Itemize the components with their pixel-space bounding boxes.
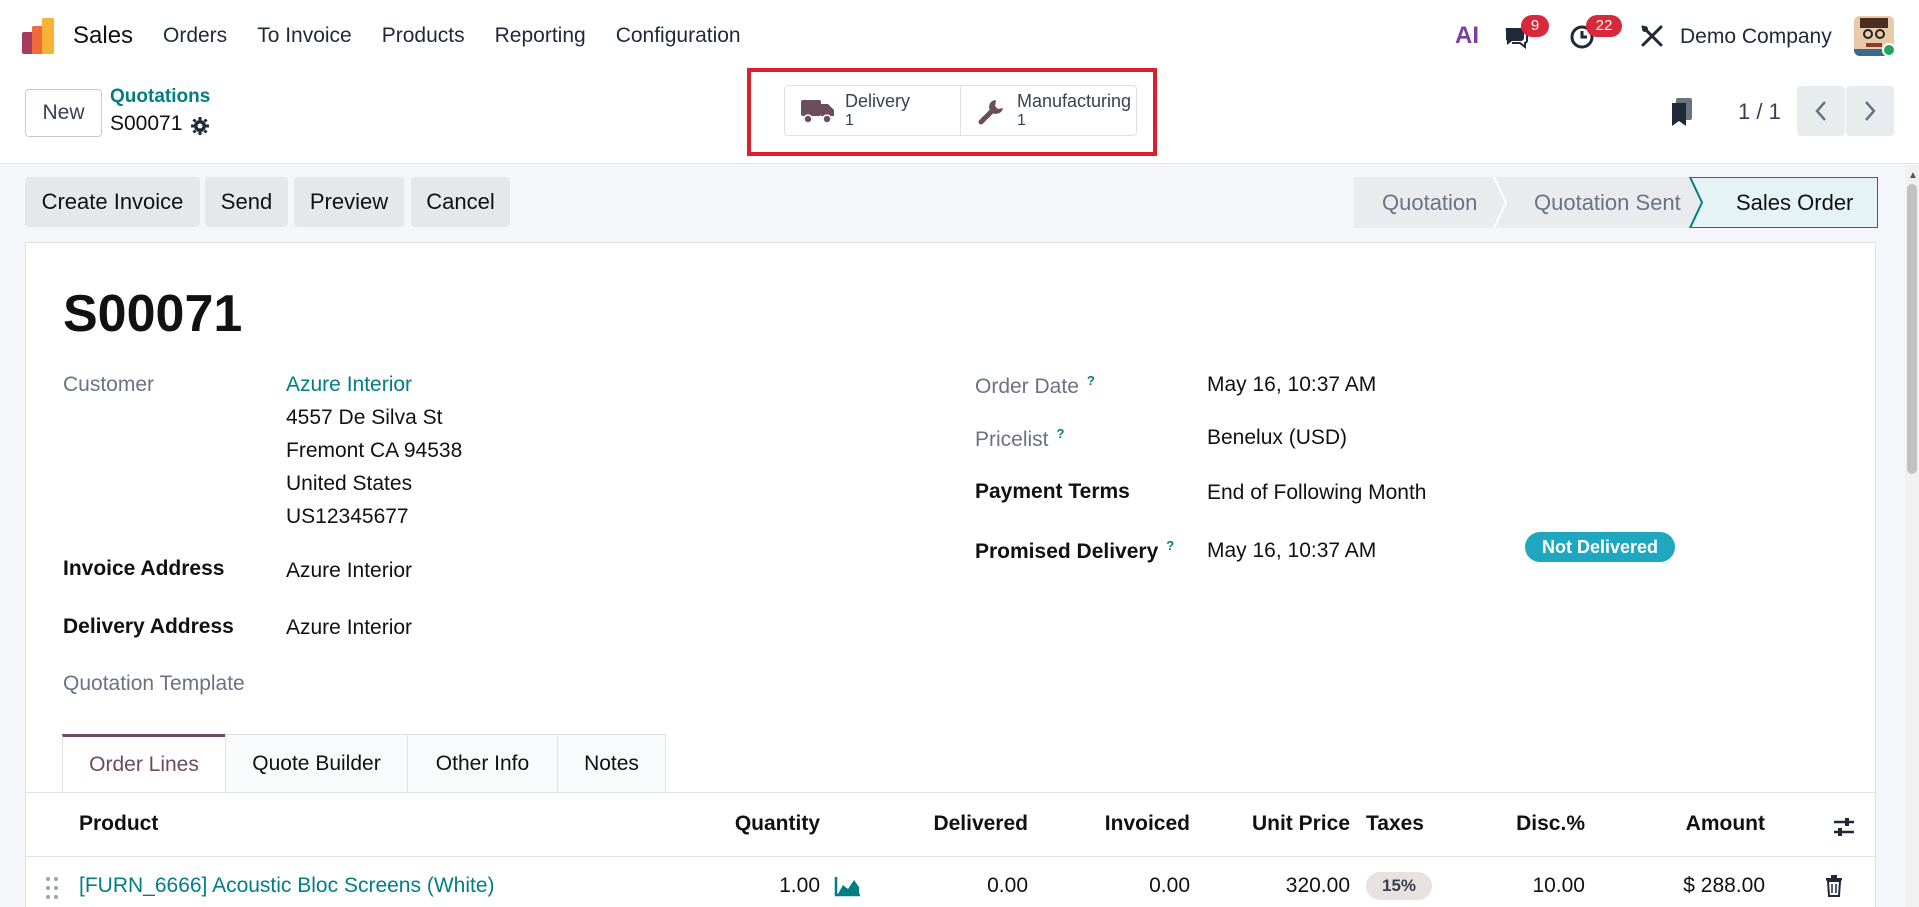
column-quantity[interactable]: Quantity	[700, 812, 820, 836]
activities-count-badge: 22	[1586, 15, 1622, 37]
customer-link[interactable]: Azure Interior	[286, 373, 412, 397]
sales-app-logo[interactable]	[22, 18, 58, 54]
customer-address-line: 4557 De Silva St	[286, 406, 443, 429]
forecast-chart-icon[interactable]	[834, 875, 862, 897]
wrench-icon	[978, 99, 1003, 124]
column-amount[interactable]: Amount	[1640, 812, 1765, 836]
smart-button-delivery[interactable]: Delivery 1	[785, 86, 960, 135]
drag-handle-icon[interactable]	[45, 876, 59, 900]
menu-orders[interactable]: Orders	[163, 24, 227, 48]
order-line-delivered[interactable]: 0.00	[900, 874, 1028, 898]
menu-configuration[interactable]: Configuration	[616, 24, 741, 48]
pager-next-button[interactable]	[1846, 86, 1894, 136]
chevron-right-icon	[1865, 101, 1876, 121]
tab-notes[interactable]: Notes	[557, 734, 666, 793]
customer-label: Customer	[63, 373, 155, 396]
truck-icon	[801, 99, 834, 124]
column-invoiced[interactable]: Invoiced	[1080, 812, 1190, 836]
column-settings-icon[interactable]	[1832, 815, 1856, 839]
payment-terms-field[interactable]: End of Following Month	[1207, 481, 1426, 505]
stage-quotation-sent[interactable]: Quotation Sent	[1534, 190, 1681, 216]
tab-other-info[interactable]: Other Info	[407, 734, 558, 793]
order-line-quantity[interactable]: 1.00	[700, 874, 820, 898]
help-icon[interactable]: ?	[1057, 426, 1065, 441]
order-line-discount[interactable]: 10.00	[1490, 874, 1585, 898]
menu-reporting[interactable]: Reporting	[495, 24, 586, 48]
smart-button-manufacturing-label: Manufacturing	[1017, 90, 1132, 111]
customer-address-line: United States	[286, 472, 413, 495]
trash-icon[interactable]	[1825, 875, 1843, 897]
help-icon[interactable]: ?	[1087, 373, 1095, 388]
column-discount[interactable]: Disc.%	[1490, 812, 1585, 836]
messages-count-badge: 9	[1521, 15, 1549, 37]
pricelist-label: Pricelist?	[975, 426, 1065, 451]
gear-icon[interactable]	[190, 116, 210, 136]
table-header-divider	[25, 856, 1876, 857]
breadcrumb-quotations[interactable]: Quotations	[110, 86, 210, 108]
column-delivered[interactable]: Delivered	[900, 812, 1028, 836]
order-date-field[interactable]: May 16, 10:37 AM	[1207, 373, 1376, 397]
main-menu: Orders To Invoice Products Reporting Con…	[163, 24, 771, 48]
new-button[interactable]: New	[25, 89, 102, 137]
cancel-button[interactable]: Cancel	[411, 177, 510, 227]
menu-products[interactable]: Products	[382, 24, 465, 48]
app-name[interactable]: Sales	[73, 22, 133, 50]
tabs-divider	[25, 792, 1876, 793]
smart-button-manufacturing-count: 1	[1017, 111, 1026, 129]
create-invoice-button[interactable]: Create Invoice	[25, 177, 200, 227]
online-status-dot	[1882, 43, 1896, 57]
payment-terms-label: Payment Terms	[975, 480, 1130, 503]
preview-button[interactable]: Preview	[294, 177, 404, 227]
column-product[interactable]: Product	[79, 812, 158, 836]
help-icon[interactable]: ?	[1166, 538, 1174, 553]
pager-previous-button[interactable]	[1797, 86, 1845, 136]
notebook-tabs: Order Lines Quote Builder Other Info Not…	[62, 734, 666, 793]
company-switcher[interactable]: Demo Company	[1680, 25, 1832, 49]
order-line-amount: $ 288.00	[1683, 874, 1765, 897]
scrollbar-thumb[interactable]	[1907, 184, 1917, 474]
delivery-status-badge: Not Delivered	[1525, 532, 1675, 562]
top-navbar: Sales Orders To Invoice Products Reporti…	[0, 0, 1919, 74]
smart-button-manufacturing[interactable]: Manufacturing 1	[960, 86, 1136, 135]
promised-delivery-field[interactable]: May 16, 10:37 AM	[1207, 539, 1376, 563]
menu-to-invoice[interactable]: To Invoice	[257, 24, 352, 48]
invoice-address-field[interactable]: Azure Interior	[286, 559, 412, 583]
customer-vat: US12345677	[286, 505, 409, 528]
promised-delivery-label: Promised Delivery?	[975, 538, 1175, 563]
invoice-address-label: Invoice Address	[63, 557, 225, 580]
bookmark-stack-icon[interactable]	[1670, 98, 1694, 126]
order-line-product[interactable]: [FURN_6666] Acoustic Bloc Screens (White…	[79, 874, 495, 898]
smart-button-delivery-label: Delivery	[845, 90, 911, 111]
stage-quotation[interactable]: Quotation	[1382, 190, 1477, 216]
order-reference-title: S00071	[63, 285, 243, 343]
pager-value[interactable]: 1 / 1	[1738, 99, 1781, 125]
column-unit-price[interactable]: Unit Price	[1220, 812, 1350, 836]
pricelist-field[interactable]: Benelux (USD)	[1207, 426, 1347, 450]
stage-sales-order[interactable]: Sales Order	[1736, 190, 1853, 216]
column-taxes[interactable]: Taxes	[1366, 812, 1424, 836]
tools-icon[interactable]	[1638, 22, 1666, 50]
chevron-left-icon	[1815, 101, 1826, 121]
customer-address-line: Fremont CA 94538	[286, 439, 463, 462]
delivery-address-field[interactable]: Azure Interior	[286, 616, 412, 640]
send-button[interactable]: Send	[205, 177, 288, 227]
smart-button-delivery-count: 1	[845, 111, 854, 129]
order-date-label: Order Date?	[975, 373, 1095, 398]
order-line-unit-price[interactable]: 320.00	[1220, 874, 1350, 898]
smart-buttons: Delivery 1 Manufacturing 1	[784, 85, 1137, 136]
tab-quote-builder[interactable]: Quote Builder	[225, 734, 408, 793]
tab-order-lines[interactable]: Order Lines	[62, 734, 226, 793]
ai-icon[interactable]: AI	[1455, 22, 1479, 50]
delivery-address-label: Delivery Address	[63, 615, 234, 638]
breadcrumb-current: S00071	[110, 112, 183, 135]
scroll-up-arrow-icon[interactable]: ▲	[1908, 170, 1918, 181]
quotation-template-label: Quotation Template	[63, 672, 245, 695]
order-line-tax-badge[interactable]: 15%	[1366, 872, 1432, 900]
order-line-invoiced: 0.00	[1149, 874, 1190, 897]
